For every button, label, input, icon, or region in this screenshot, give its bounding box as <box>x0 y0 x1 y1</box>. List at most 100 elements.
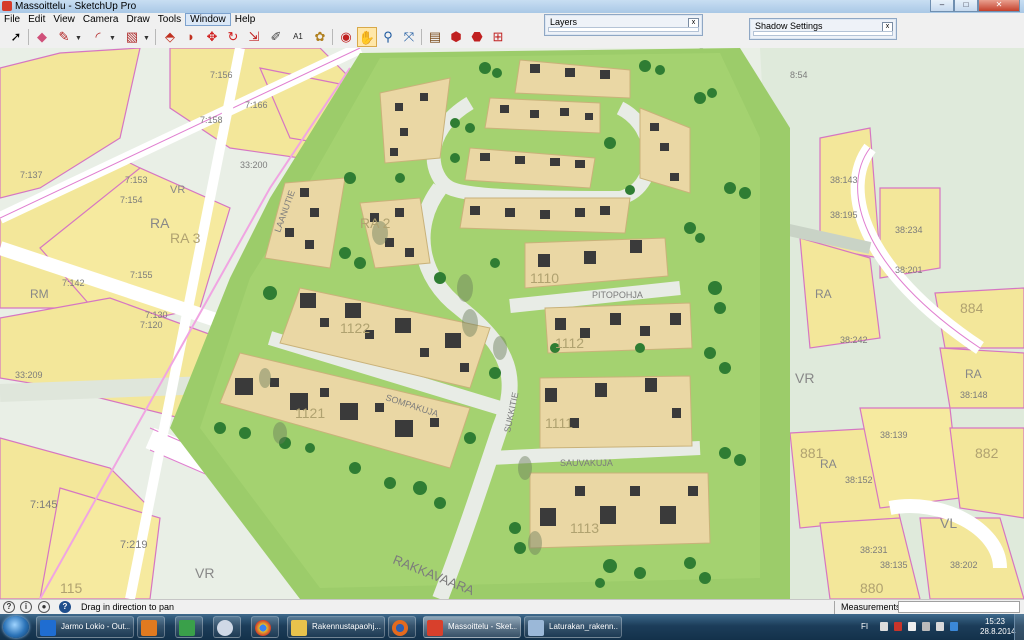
menu-help[interactable]: Help <box>231 13 260 26</box>
geo-location-icon[interactable]: ? <box>3 601 15 613</box>
tray-dropbox-icon[interactable] <box>950 622 958 631</box>
block-number: 38:143 <box>830 175 858 185</box>
media-icon <box>141 620 157 636</box>
toolbar-separator <box>155 29 156 45</box>
plan-lot <box>949 427 1024 519</box>
pan-hand-icon[interactable]: ✋ <box>357 27 377 47</box>
push-pull-icon[interactable]: ⬘ <box>160 27 180 47</box>
arc-icon[interactable]: ◜ <box>88 27 108 47</box>
eraser-icon[interactable]: ◆ <box>32 27 52 47</box>
text-icon[interactable]: A1 <box>288 27 308 47</box>
shadow-settings-tray[interactable]: Shadow Settings x <box>749 18 897 40</box>
block-number: 7:154 <box>120 195 143 205</box>
zone-label: VR <box>195 565 214 581</box>
measurements-input[interactable] <box>898 601 1020 613</box>
taskbar-item-media[interactable] <box>137 616 165 638</box>
measurements-label: Measurements <box>841 602 901 612</box>
taskbar-item-document[interactable]: Laturakan_rakenn... <box>524 616 622 638</box>
share-model-icon[interactable]: ⬣ <box>467 27 487 47</box>
taskbar-item-firefox[interactable] <box>388 616 416 638</box>
clock[interactable]: 15:23 28.8.2014 <box>980 617 1016 637</box>
extension-icon[interactable]: ⊞ <box>488 27 508 47</box>
maximize-button[interactable]: □ <box>954 0 978 12</box>
zone-label: RA <box>815 287 832 301</box>
lot-number: RA 2 <box>360 215 391 231</box>
shadow-settings-body[interactable] <box>753 31 893 36</box>
pencil-line-icon[interactable]: ✎ <box>54 27 74 47</box>
block-number: 7:166 <box>245 100 268 110</box>
tray-flag-icon[interactable] <box>908 622 916 631</box>
chevron-down-icon[interactable]: ▼ <box>143 35 150 42</box>
menu-window[interactable]: Window <box>185 13 231 26</box>
menu-tools[interactable]: Tools <box>154 13 185 26</box>
block-number: 7:158 <box>200 115 223 125</box>
user-account-icon[interactable]: ● <box>38 601 50 613</box>
zone-label: RA <box>150 215 170 231</box>
taskbar-item-sketchup[interactable]: Massoittelu - Sket... <box>423 616 521 638</box>
tray-app-icon[interactable] <box>880 622 888 631</box>
clock-time: 15:23 <box>984 617 1006 626</box>
menu-edit[interactable]: Edit <box>24 13 49 26</box>
layers-tray[interactable]: Layers x <box>544 14 703 36</box>
chevron-down-icon[interactable]: ▼ <box>75 35 82 42</box>
move-icon[interactable]: ✥ <box>202 27 222 47</box>
components-icon[interactable]: ▤ <box>425 27 445 47</box>
sketchup-icon <box>427 620 443 636</box>
language-indicator[interactable]: FI <box>861 622 868 631</box>
help-icon[interactable]: ? <box>59 601 71 613</box>
show-desktop-button[interactable] <box>1014 614 1024 640</box>
taskbar-item-folder[interactable]: Rakennustapaohj... <box>287 616 385 638</box>
model-viewport[interactable]: RAKKAVAARA SUKKITIE SOMPAKUJA SAUVAKUJA … <box>0 48 1024 599</box>
paint-bucket-icon[interactable]: ✿ <box>310 27 330 47</box>
start-button[interactable] <box>3 616 29 638</box>
lot-number: 115 <box>60 580 83 596</box>
outlook-icon <box>40 620 56 636</box>
taskbar-item-chart-app[interactable] <box>175 616 203 638</box>
zone-label: RA <box>965 367 982 381</box>
select-arrow-icon[interactable]: ➚ <box>6 27 26 47</box>
warehouse-icon[interactable]: ⬢ <box>446 27 466 47</box>
firefox-icon <box>392 620 408 636</box>
layers-tray-body[interactable] <box>548 27 699 32</box>
lot-number: 880 <box>860 580 884 596</box>
minimize-button[interactable]: – <box>930 0 954 12</box>
street-label: SAUVAKUJA <box>560 458 613 468</box>
lot-number: 1112 <box>555 335 584 351</box>
clock-date: 28.8.2014 <box>980 627 1016 636</box>
block-number: 38:234 <box>895 225 923 235</box>
system-tray: FI 15:23 28.8.2014 <box>858 614 1024 640</box>
taskbar-item-chrome[interactable] <box>251 616 279 638</box>
block-number: 7:137 <box>20 170 43 180</box>
shadow-settings-title: Shadow Settings <box>755 21 823 31</box>
lot-number: 1121 <box>295 405 325 421</box>
orbit-icon[interactable]: ◉ <box>336 27 356 47</box>
taskbar-item-outlook[interactable]: Jarmo Lokio - Out... <box>36 616 134 638</box>
menu-file[interactable]: File <box>0 13 24 26</box>
sketchup-app-icon[interactable] <box>2 1 12 11</box>
windows-taskbar: Jarmo Lokio - Out... Rakennustapaohj... … <box>0 614 1024 640</box>
credits-icon[interactable]: i <box>20 601 32 613</box>
zoom-icon[interactable]: ⚲ <box>378 27 398 47</box>
tray-security-icon[interactable] <box>894 622 902 631</box>
block-number: 38:202 <box>950 560 978 570</box>
zone-label: RM <box>30 287 49 301</box>
rotate-icon[interactable]: ↻ <box>223 27 243 47</box>
menu-camera[interactable]: Camera <box>79 13 123 26</box>
block-number: 38:231 <box>860 545 888 555</box>
rectangle-icon[interactable]: ▧ <box>122 27 142 47</box>
menu-view[interactable]: View <box>49 13 79 26</box>
taskbar-item-wifi-app[interactable] <box>213 616 241 638</box>
tray-volume-icon[interactable] <box>922 622 930 631</box>
scale-icon[interactable]: ⇲ <box>244 27 264 47</box>
tape-measure-icon[interactable]: ✐ <box>266 27 286 47</box>
menu-draw[interactable]: Draw <box>122 13 153 26</box>
tray-network-icon[interactable] <box>936 622 944 631</box>
follow-me-icon[interactable]: ◗ <box>181 27 201 47</box>
chevron-down-icon[interactable]: ▼ <box>109 35 116 42</box>
street-label: PITOPOHJA <box>592 290 643 300</box>
zone-label: VR <box>170 184 185 196</box>
zoom-extents-icon[interactable]: ⤧ <box>399 27 419 47</box>
close-button[interactable]: ✕ <box>978 0 1020 12</box>
wifi-app-icon <box>217 620 233 636</box>
block-number: 38:139 <box>880 430 908 440</box>
